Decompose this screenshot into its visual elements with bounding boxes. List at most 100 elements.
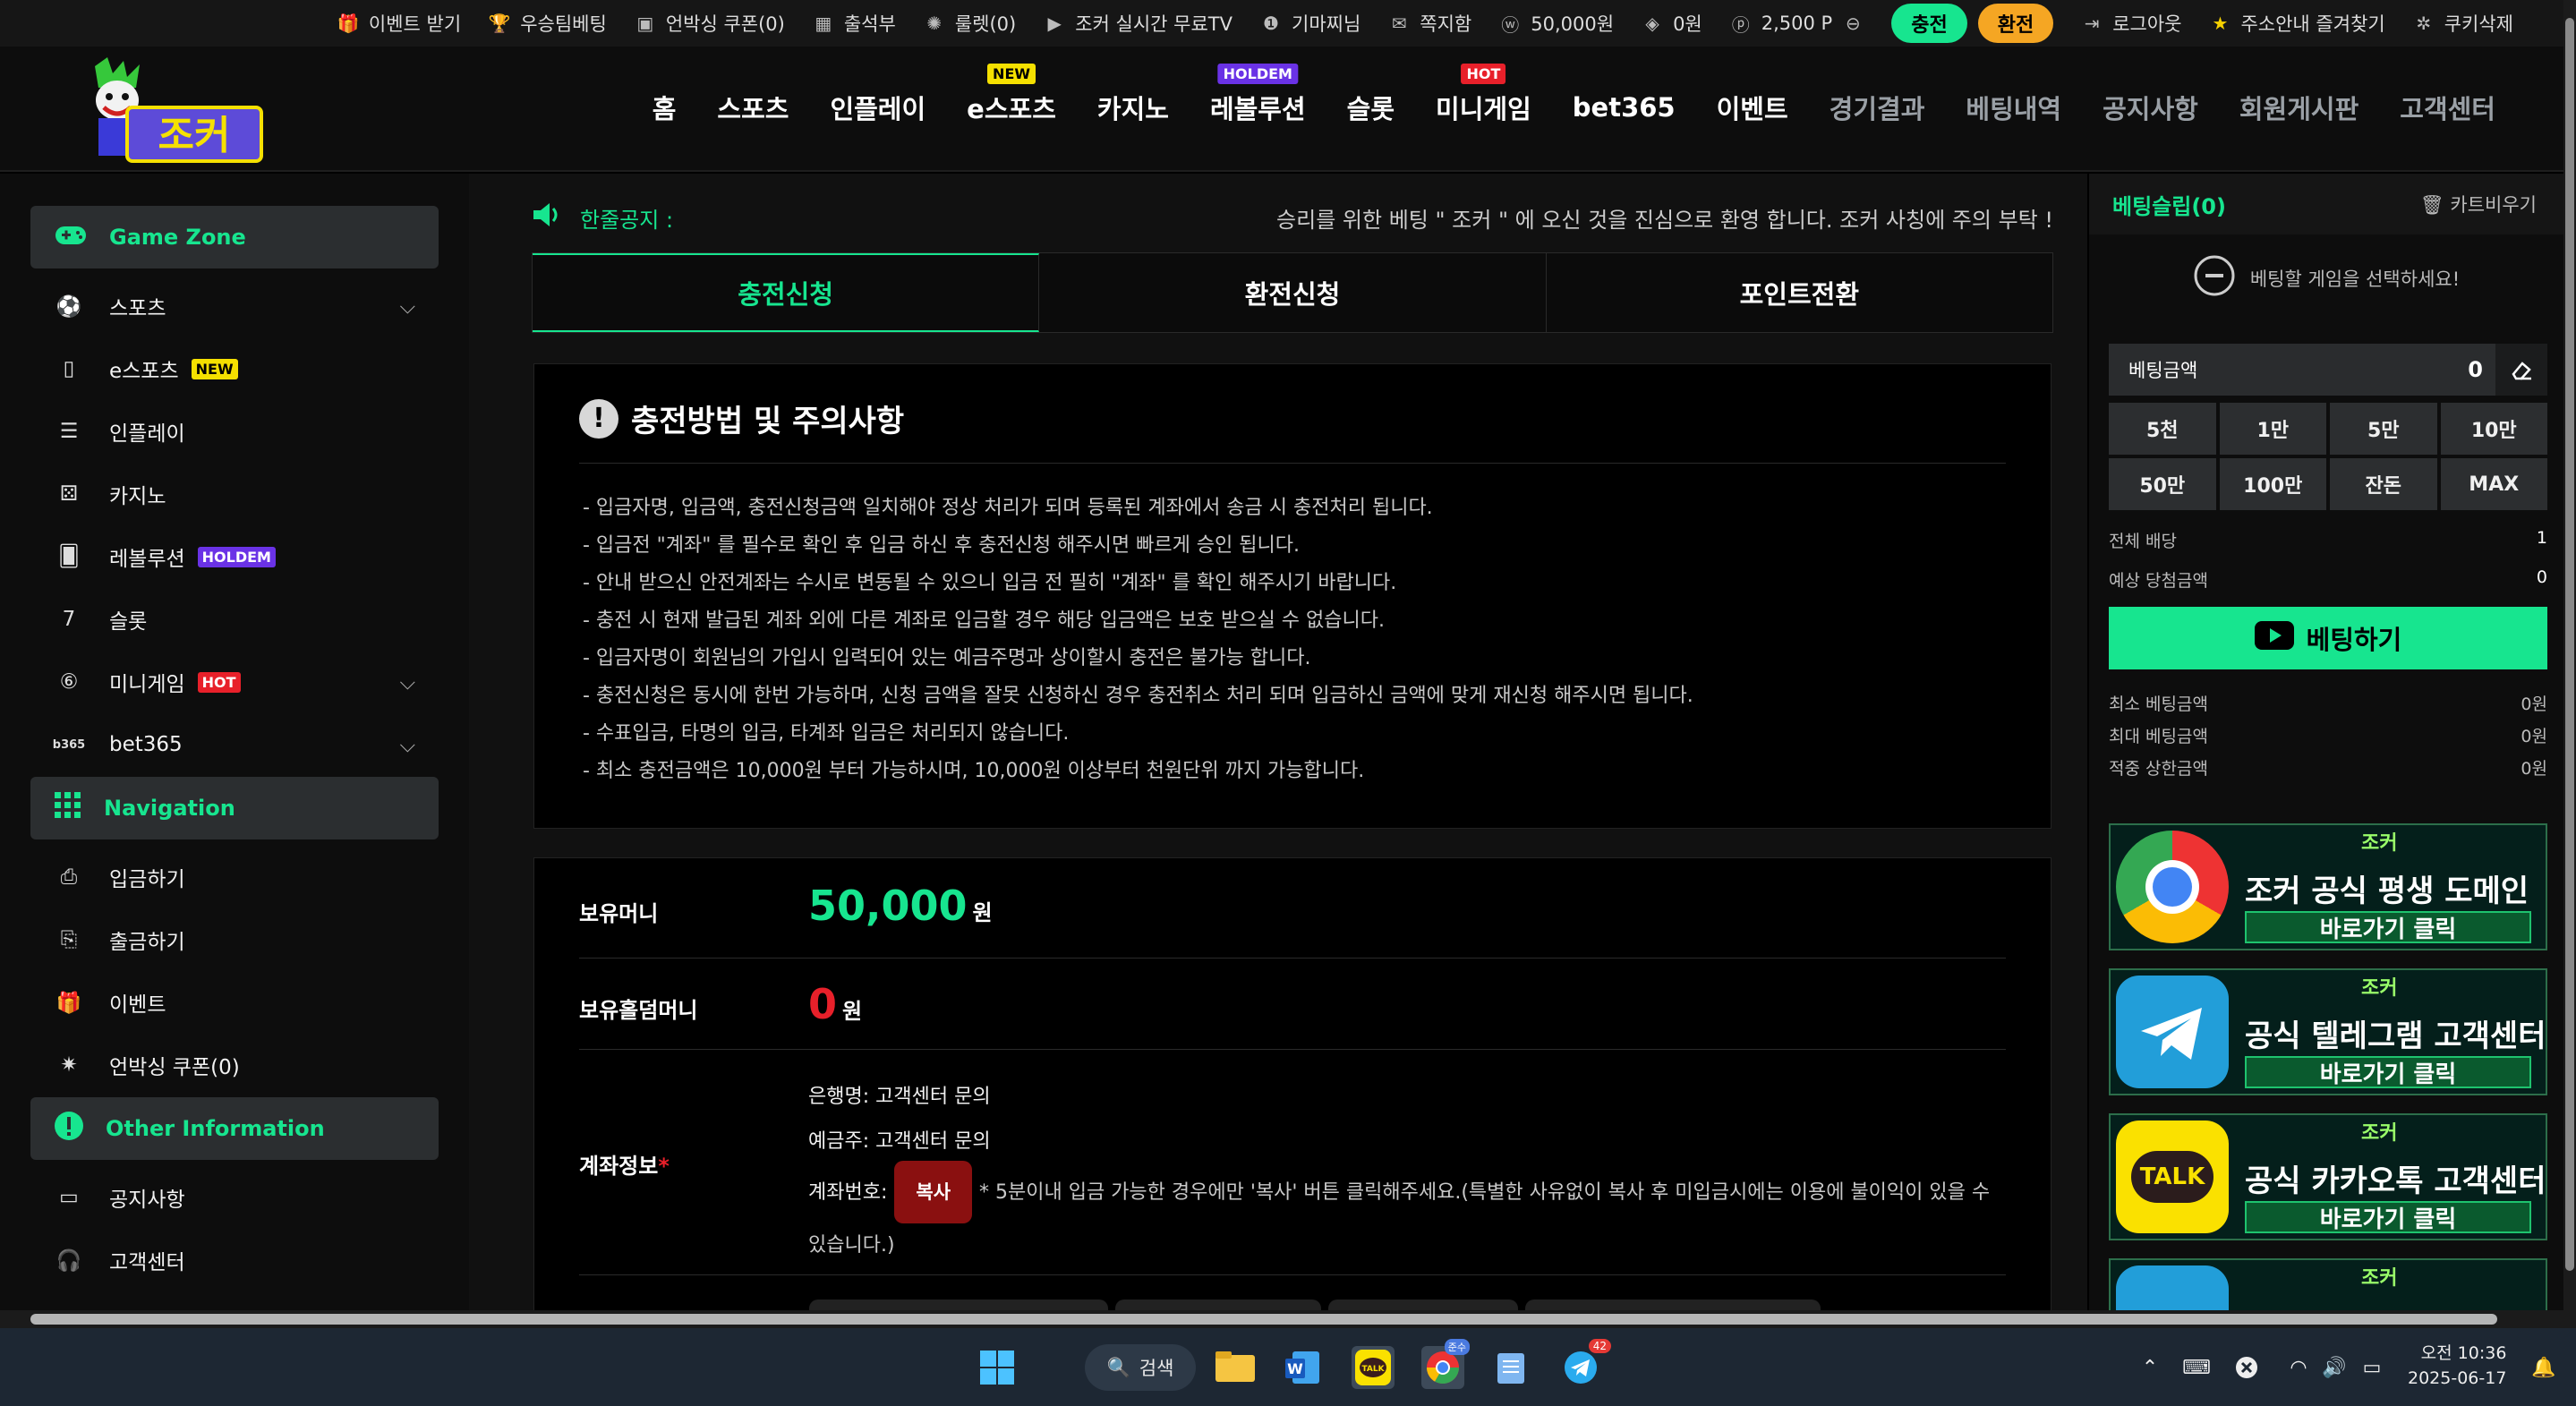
amount-button[interactable]: 50만 <box>2109 458 2216 510</box>
site-logo[interactable]: 조커 <box>77 57 265 166</box>
nav-revolution[interactable]: HOLDEM 레볼루션 <box>1210 64 1306 126</box>
sidebar-item-withdraw[interactable]: ⎘ 출금하기 <box>54 915 421 965</box>
required-mark: * <box>658 1154 670 1179</box>
sidebar-item-sports[interactable]: ⚽ 스포츠 ⌵ <box>54 281 421 331</box>
box-icon: ▣ <box>636 13 654 34</box>
sidebar-item-notice[interactable]: ▭ 공지사항 <box>54 1172 421 1223</box>
topbar-user-name[interactable]: ❶ 기마찌님 <box>1259 10 1361 37</box>
horizontal-scroll-thumb[interactable] <box>30 1314 2497 1325</box>
nav-board[interactable]: 회원게시판 <box>2239 89 2358 126</box>
trash-icon: 🗑 <box>2420 194 2444 216</box>
amount-button[interactable]: 5만 <box>2330 403 2437 455</box>
amount-button[interactable]: 1만 <box>2219 403 2326 455</box>
domain-banner[interactable]: 조커 조커 공식 평생 도메인 바로가기 클릭 <box>2109 823 2547 950</box>
topbar-roulette-link[interactable]: ✺ 룰렛(0) <box>923 10 1016 37</box>
chrome-app-icon[interactable]: 준수 <box>1421 1339 1470 1389</box>
nav-bet365[interactable]: bet365 <box>1573 92 1676 123</box>
telegram-unread-badge: 42 <box>1588 1339 1611 1353</box>
nav-bet-history[interactable]: 베팅내역 <box>1966 89 2061 126</box>
battery-icon[interactable]: ▭ <box>2350 1346 2393 1389</box>
system-clock[interactable]: 오전 10:36 2025-06-17 <box>2408 1341 2506 1391</box>
nav-sports[interactable]: 스포츠 <box>717 89 789 126</box>
casino-chip-icon: ◈ <box>1645 13 1659 34</box>
notepad-icon[interactable] <box>1489 1346 1532 1389</box>
partial-banner[interactable]: 조커 <box>2109 1258 2547 1312</box>
bookmark-link[interactable]: ★ 주소안내 즐겨찾기 <box>2208 10 2385 37</box>
nav-inplay[interactable]: 인플레이 <box>830 89 925 126</box>
sidebar-item-casino[interactable]: ⚄ 카지노 <box>54 469 421 519</box>
headset-icon: 🎧 <box>55 1248 82 1273</box>
site-header: 조커 홈 스포츠 인플레이 NEW e스포츠 카지노 HOLDEM 레볼루션 슬롯 … <box>0 47 2576 172</box>
close-circle-icon[interactable] <box>2225 1346 2268 1389</box>
sidebar-item-coupon[interactable]: ✷ 언박싱 쿠폰(0) <box>54 1040 421 1090</box>
withdraw-button[interactable]: 환전 <box>1977 4 2054 43</box>
nav-casino[interactable]: 카지노 <box>1097 89 1169 126</box>
tab-point-convert[interactable]: 포인트전환 <box>1546 253 2052 332</box>
sidebar-item-revolution[interactable]: 🂠 레볼루션 HOLDEM <box>54 532 421 582</box>
holdem-badge: HOLDEM <box>197 546 276 567</box>
windows-start-icon[interactable] <box>976 1346 1019 1389</box>
nav-minigame[interactable]: HOT 미니게임 <box>1436 64 1531 126</box>
sidebar-item-bet365[interactable]: b365 bet365 ⌵ <box>53 720 421 770</box>
keyboard-icon[interactable]: ⌨ <box>2175 1346 2218 1389</box>
sidebar-item-event[interactable]: 🎁 이벤트 <box>54 977 421 1027</box>
sidebar-item-support[interactable]: 🎧 고객센터 <box>54 1235 421 1285</box>
amount-button[interactable]: 5천 <box>2109 403 2216 455</box>
topbar-money-balance: ⓦ 50,000원 <box>1498 10 1614 37</box>
logout-link[interactable]: ⇥ 로그아웃 <box>2080 10 2182 37</box>
amount-button[interactable]: 잔돈 <box>2330 458 2437 510</box>
eraser-icon[interactable] <box>2495 344 2547 396</box>
telegram-app-icon[interactable]: 42 <box>1559 1339 1611 1389</box>
sidebar-item-deposit[interactable]: ⎙ 입금하기 <box>54 852 421 902</box>
star-icon: ★ <box>2212 13 2229 34</box>
clear-cart-button[interactable]: 🗑 카트비우기 <box>2420 191 2537 217</box>
word-icon[interactable]: W <box>1282 1346 1325 1389</box>
topbar-mailbox-link[interactable]: ✉ 쪽지함 <box>1387 10 1471 37</box>
nav-results[interactable]: 경기결과 <box>1830 89 1925 126</box>
account-number-row: 계좌번호: 복사 * 5분이내 입금 가능한 경우에만 '복사' 버튼 클릭해주세요… <box>808 1161 2006 1268</box>
topbar-winner-bet-link[interactable]: 🏆 우승팀베팅 <box>488 10 607 37</box>
amount-button[interactable]: MAX <box>2440 458 2547 510</box>
topbar-coupon-link[interactable]: ▣ 언박싱 쿠폰(0) <box>634 10 784 37</box>
place-bet-button[interactable]: 베팅하기 <box>2109 607 2547 669</box>
nav-slot[interactable]: 슬롯 <box>1347 89 1395 126</box>
bet-amount-field[interactable]: 베팅금액 0 <box>2109 344 2547 396</box>
sidebar-item-slot[interactable]: 7 슬롯 <box>54 594 421 644</box>
sidebar-item-minigame[interactable]: ⑥ 미니게임 HOT ⌵ <box>54 657 421 707</box>
expected-win-value: 0 <box>2536 567 2547 587</box>
cookie-delete-link[interactable]: ✲ 쿠키삭제 <box>2412 10 2513 37</box>
wallet-tabs: 충전신청 환전신청 포인트전환 <box>532 252 2053 333</box>
new-badge: NEW <box>191 358 238 379</box>
speaker-volume-icon[interactable]: 🔊 <box>2313 1346 2356 1389</box>
tab-withdraw-request[interactable]: 환전신청 <box>1039 253 1547 332</box>
telegram-banner[interactable]: 조커 공식 텔레그램 고객센터 바로가기 클릭 <box>2109 968 2547 1095</box>
topbar-casino-balance: ◈ 0원 <box>1641 10 1702 37</box>
file-explorer-icon[interactable] <box>1214 1346 1257 1389</box>
convert-icon[interactable]: ⊖ <box>1841 12 1864 35</box>
taskbar-search[interactable]: 🔍 검색 <box>1085 1344 1196 1391</box>
hot-badge: HOT <box>197 671 241 693</box>
tab-deposit-request[interactable]: 충전신청 <box>533 253 1040 332</box>
topbar-event-link[interactable]: 🎁 이벤트 받기 <box>337 10 461 37</box>
amount-button[interactable]: 10만 <box>2440 403 2547 455</box>
topbar-attendance-link[interactable]: ▦ 출석부 <box>812 10 895 37</box>
chevron-up-icon[interactable]: ⌃ <box>2128 1346 2171 1389</box>
nav-event[interactable]: 이벤트 <box>1717 89 1788 126</box>
nav-esports[interactable]: NEW e스포츠 <box>967 64 1056 126</box>
notification-bell-icon[interactable]: 🔔 <box>2522 1346 2565 1389</box>
cards-icon: 🂠 <box>58 545 80 568</box>
sidebar-item-esports[interactable]: ▯ e스포츠 NEW <box>54 344 421 394</box>
sidebar-item-inplay[interactable]: ☰ 인플레이 <box>54 406 421 456</box>
money-label: 보유머니 <box>579 901 659 926</box>
copy-button[interactable]: 복사 <box>894 1161 973 1223</box>
amount-button[interactable]: 100만 <box>2219 458 2326 510</box>
deposit-button[interactable]: 충전 <box>1891 4 1967 43</box>
info-icon <box>54 1111 84 1146</box>
vertical-scroll-thumb[interactable] <box>2565 18 2574 1271</box>
nav-home[interactable]: 홈 <box>653 89 677 126</box>
topbar-tv-link[interactable]: ▶ 조커 실시간 무료TV <box>1043 10 1233 37</box>
kakaotalk-app-icon[interactable]: TALK <box>1352 1346 1395 1389</box>
kakaotalk-banner[interactable]: TALK 조커 공식 카카오톡 고객센터 바로가기 클릭 <box>2109 1113 2547 1240</box>
nav-support[interactable]: 고객센터 <box>2400 89 2495 126</box>
nav-notice[interactable]: 공지사항 <box>2103 89 2198 126</box>
